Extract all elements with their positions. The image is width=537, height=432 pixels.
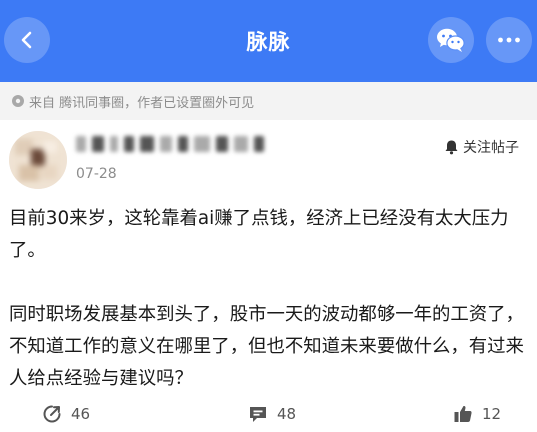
- post-paragraph: 目前30来岁，这轮靠着ai赚了点钱，经济上已经没有太大压力了。: [9, 208, 509, 261]
- share-icon: [43, 405, 61, 423]
- follow-post-label: 关注帖子: [463, 140, 519, 156]
- wechat-icon: [437, 28, 465, 52]
- eye-icon: [12, 95, 24, 107]
- more-dots-icon: [498, 37, 520, 43]
- wechat-share-button[interactable]: [428, 17, 474, 63]
- comment-icon: [250, 407, 266, 422]
- share-count: 46: [71, 405, 91, 423]
- like-action[interactable]: 12: [453, 404, 501, 424]
- bell-icon: [445, 140, 458, 155]
- follow-post-button[interactable]: 关注帖子: [444, 137, 519, 157]
- like-count: 12: [482, 405, 502, 423]
- comment-action[interactable]: 48: [248, 404, 296, 424]
- post-content: 目前30来岁，这轮靠着ai赚了点钱，经济上已经没有太大压力了。 同时职场发展基本…: [9, 203, 529, 427]
- avatar[interactable]: [9, 131, 67, 189]
- source-info-bar: 来自 腾讯同事圈，作者已设置圈外可见: [0, 82, 537, 120]
- author-name-redacted[interactable]: [76, 133, 264, 155]
- post-date: 07-28: [76, 166, 117, 182]
- more-button[interactable]: [486, 17, 532, 63]
- post-paragraph: 同时职场发展基本到头了，股市一天的波动都够一年的工资了，不知道工作的意义在哪里了…: [9, 304, 524, 389]
- share-action[interactable]: 46: [42, 404, 90, 424]
- thumbs-up-icon: [454, 405, 472, 422]
- comment-count: 48: [277, 405, 297, 423]
- source-text: 来自 腾讯同事圈，作者已设置圈外可见: [29, 95, 255, 111]
- header-bar: 脉脉: [0, 0, 537, 82]
